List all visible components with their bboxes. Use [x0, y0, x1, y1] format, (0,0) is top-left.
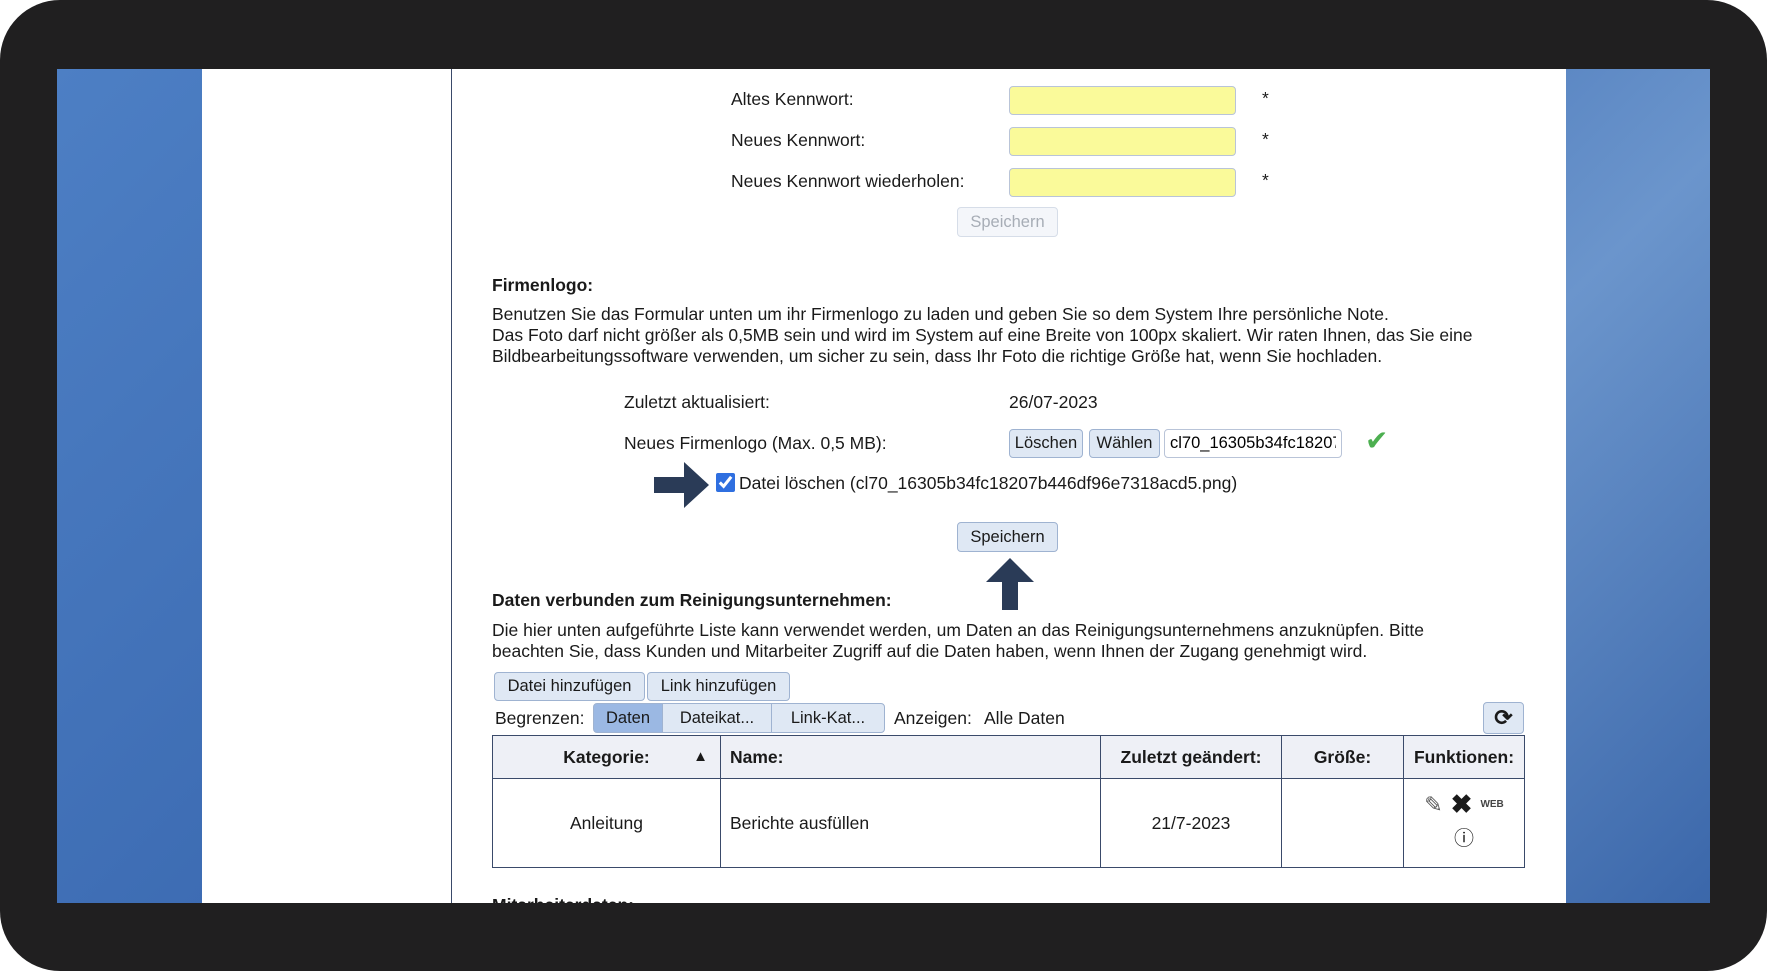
cell-functions: ✎ ✖ WEB ⓘ [1403, 778, 1525, 868]
updated-value: 26/07-2023 [1009, 392, 1098, 412]
cell-size [1281, 778, 1404, 868]
data-description: Die hier unten aufgeführte Liste kann ve… [492, 620, 1424, 662]
table-row: Anleitung Berichte ausfüllen 21/7-2023 ✎… [492, 778, 1525, 868]
col-modified[interactable]: Zuletzt geändert: [1100, 735, 1282, 779]
show-label: Anzeigen: [894, 708, 972, 728]
sort-asc-icon[interactable]: ▲ [693, 748, 708, 765]
logo-save-button[interactable]: Speichern [957, 522, 1058, 552]
divider [451, 69, 452, 903]
new-logo-label: Neues Firmenlogo (Max. 0,5 MB): [624, 433, 887, 453]
delete-x-icon[interactable]: ✖ [1451, 789, 1473, 820]
text-line: Das Foto darf nicht größer als 0,5MB sei… [492, 325, 1473, 345]
cell-modified: 21/7-2023 [1100, 778, 1282, 868]
old-password-label: Altes Kennwort: [731, 89, 854, 109]
cell-name: Berichte ausfüllen [720, 778, 1101, 868]
show-value[interactable]: Alle Daten [984, 708, 1065, 729]
add-link-button[interactable]: Link hinzufügen [647, 672, 790, 701]
tab-dateikategorien[interactable]: Dateikat... [662, 703, 772, 733]
col-functions: Funktionen: [1403, 735, 1525, 779]
repeat-password-label: Neues Kennwort wiederholen: [731, 171, 965, 191]
desktop-background: Altes Kennwort: * Neues Kennwort: * Neue… [57, 69, 1710, 903]
choose-file-button[interactable]: Wählen [1089, 429, 1160, 458]
limit-label: Begrenzen: [495, 708, 585, 728]
delete-logo-button[interactable]: Löschen [1009, 429, 1083, 458]
updated-label: Zuletzt aktualisiert: [624, 392, 770, 412]
check-icon: ✔ [1365, 425, 1389, 456]
text-line: Benutzen Sie das Formular unten um ihr F… [492, 304, 1389, 324]
col-kategorie[interactable]: Kategorie: ▲ [492, 735, 721, 779]
data-table: Kategorie: ▲ Name: Zuletzt geändert: Größ… [492, 735, 1525, 868]
table-header: Kategorie: ▲ Name: Zuletzt geändert: Größ… [492, 735, 1525, 779]
info-icon[interactable]: ⓘ [1404, 822, 1524, 851]
new-password-label: Neues Kennwort: [731, 130, 866, 150]
file-name-input[interactable] [1164, 429, 1342, 458]
edit-pencil-icon[interactable]: ✎ [1424, 792, 1442, 818]
delete-file-label: Datei löschen (cl70_16305b34fc18207b446d… [739, 473, 1238, 493]
text-line: beachten Sie, dass Kunden und Mitarbeite… [492, 641, 1368, 661]
text-line: Bildbearbeitungssoftware verwenden, um s… [492, 346, 1383, 366]
tab-daten[interactable]: Daten [593, 703, 663, 733]
logo-heading: Firmenlogo: [492, 275, 594, 295]
required-marker: * [1262, 170, 1269, 190]
data-heading: Daten verbunden zum Reinigungsunternehme… [492, 590, 892, 610]
password-save-button[interactable]: Speichern [957, 207, 1058, 237]
refresh-icon: ⟳ [1494, 705, 1513, 730]
settings-page: Altes Kennwort: * Neues Kennwort: * Neue… [202, 69, 1566, 903]
new-password-input[interactable] [1009, 127, 1236, 156]
add-file-button[interactable]: Datei hinzufügen [494, 672, 645, 701]
arrow-up-icon [986, 558, 1034, 610]
required-marker: * [1262, 88, 1269, 108]
refresh-button[interactable]: ⟳ [1483, 702, 1524, 734]
repeat-password-input[interactable] [1009, 168, 1236, 197]
arrow-right-icon [654, 462, 709, 508]
web-icon[interactable]: WEB [1480, 799, 1503, 810]
tab-linkkategorien[interactable]: Link-Kat... [771, 703, 885, 733]
old-password-input[interactable] [1009, 86, 1236, 115]
device-frame: Altes Kennwort: * Neues Kennwort: * Neue… [0, 0, 1767, 971]
text-line: Die hier unten aufgeführte Liste kann ve… [492, 620, 1424, 640]
required-marker: * [1262, 129, 1269, 149]
col-size: Größe: [1281, 735, 1404, 779]
col-name[interactable]: Name: [720, 735, 1101, 779]
logo-description: Benutzen Sie das Formular unten um ihr F… [492, 304, 1472, 367]
cell-category: Anleitung [492, 778, 721, 868]
delete-file-checkbox[interactable] [716, 473, 735, 492]
employee-data-heading: Mitarbeiterdaten: [492, 895, 634, 903]
header-label: Kategorie: [563, 746, 650, 767]
